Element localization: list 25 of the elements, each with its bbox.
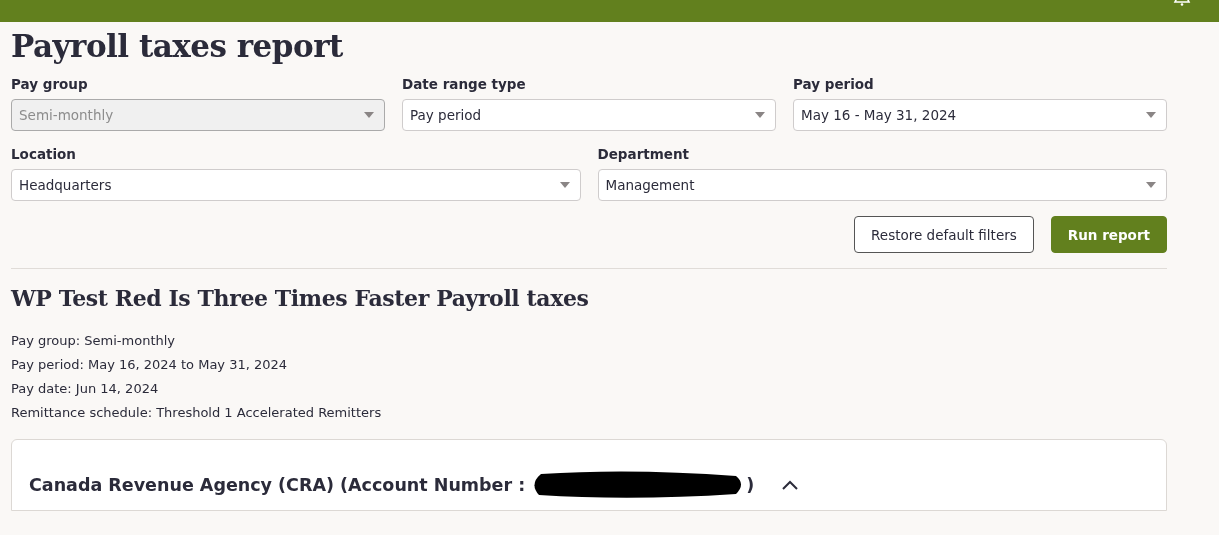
report-detail: Pay date: Jun 14, 2024 [11,380,160,398]
field-label: Pay period [793,76,875,92]
caret-up-icon[interactable] [782,480,799,490]
caret-down-icon [559,182,570,188]
report-detail: Remittance schedule: Threshold 1 Accelerated Remitters [11,404,383,422]
field-label: Pay group [11,76,89,92]
dropdown-field[interactable]: Pay period [402,99,776,131]
run-report-button[interactable]: Run report [1050,216,1167,253]
dropdown-field[interactable]: Headquarters [11,169,581,201]
page-title: Payroll taxes report [11,28,344,64]
field-label: Location [11,146,77,162]
agency-title: Canada Revenue Agency (CRA) (Account Number : [29,475,526,495]
report-detail: Pay period: May 16, 2024 to May 31, 2024 [11,356,289,374]
caret-down-icon [1146,182,1156,188]
report-title: WP Test Red Is Three Times Faster Payroll taxes [11,285,590,311]
caret-down-icon [1146,112,1156,118]
caret-down-icon [755,112,765,118]
dropdown-field[interactable]: Management [597,169,1167,201]
restore-filters-button[interactable]: Restore default filters [854,216,1034,253]
field-label: Date range type [402,76,527,92]
field-label: Department [597,146,691,162]
report-detail: Pay group: Semi-monthly [11,332,177,350]
dropdown-field[interactable]: May 16 - May 31, 2024 [793,99,1167,131]
caret-down-icon [364,112,374,118]
agency-title: ) [746,475,755,495]
